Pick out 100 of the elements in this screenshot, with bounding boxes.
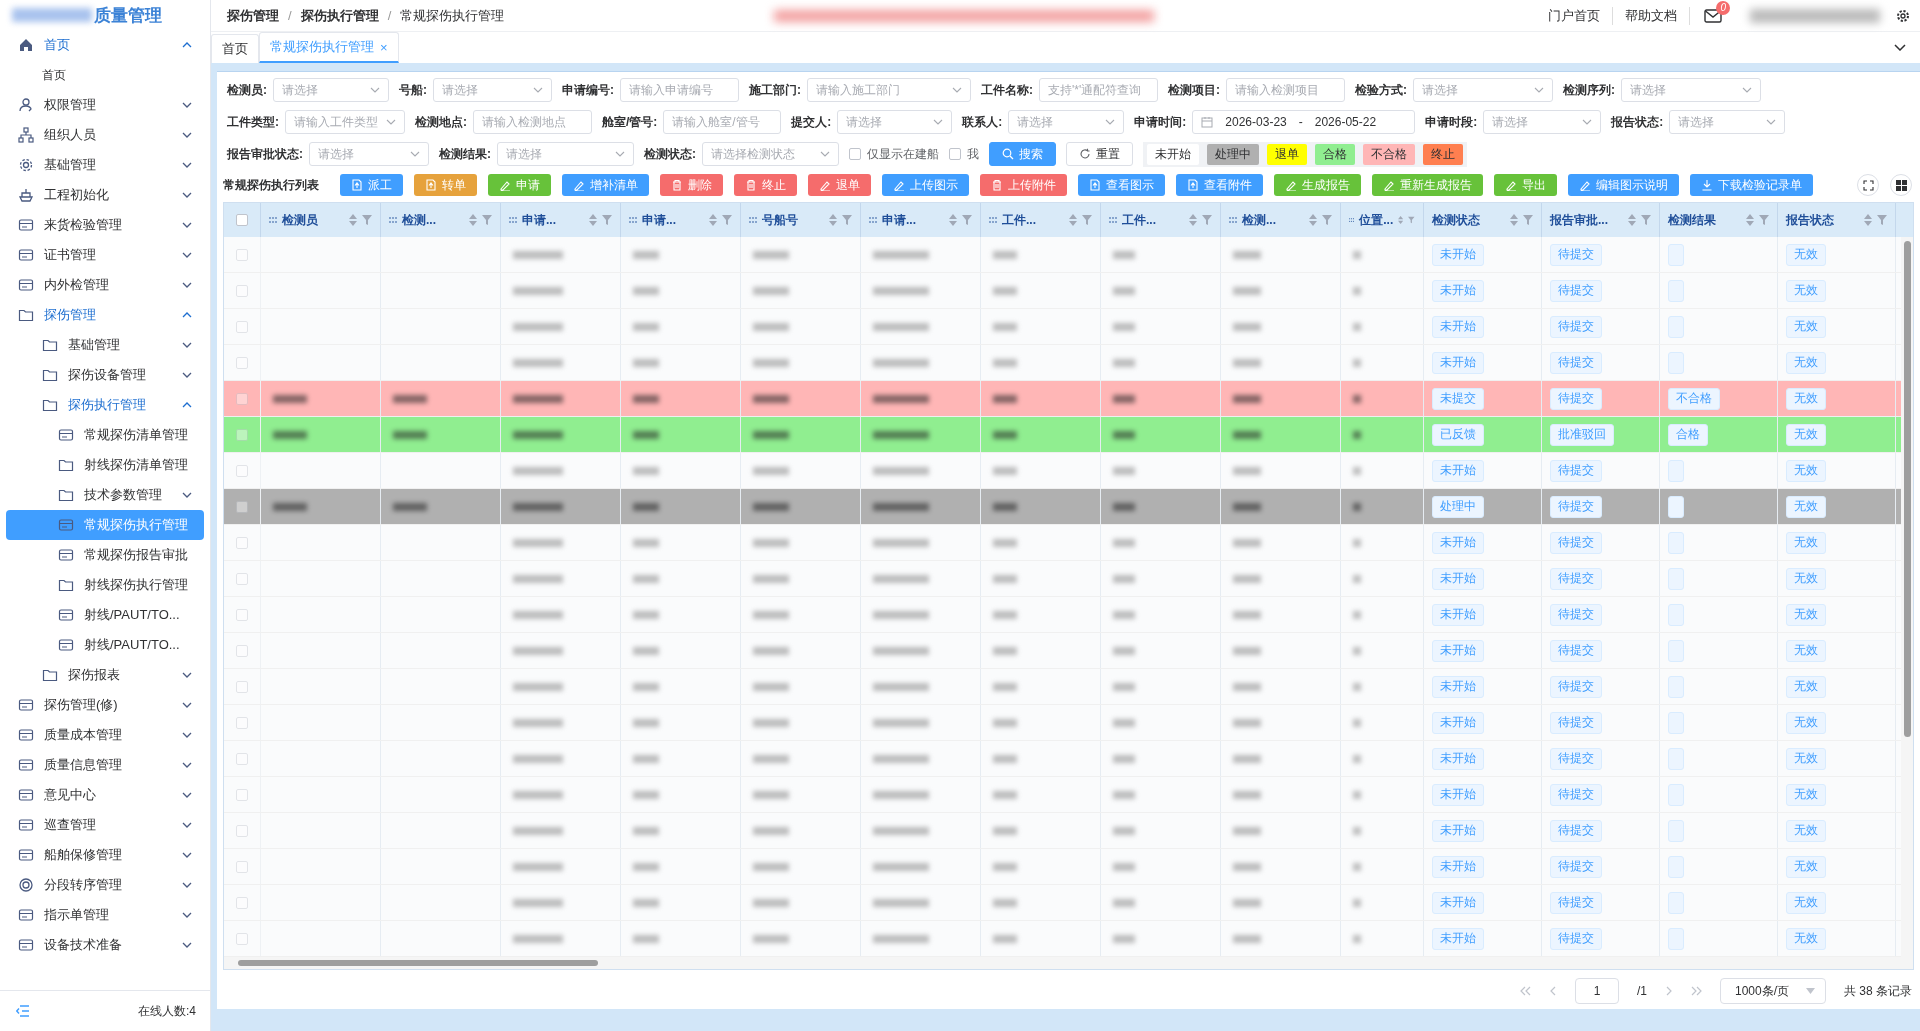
drag-handle-icon[interactable] — [749, 217, 757, 223]
select-field[interactable]: 请输入施工部门 — [807, 78, 971, 102]
row-checkbox[interactable] — [236, 572, 248, 585]
column-header[interactable]: 报告审批... — [1550, 211, 1623, 229]
select-field[interactable]: 请选择 — [433, 78, 552, 102]
row-checkbox[interactable] — [236, 248, 248, 261]
vertical-scrollbar[interactable] — [1901, 237, 1913, 957]
column-header[interactable]: 申请... — [882, 211, 944, 229]
row-checkbox[interactable] — [236, 716, 248, 729]
menu-item[interactable]: 船舶保修管理 — [0, 840, 210, 870]
menu-item[interactable]: 质量成本管理 — [0, 720, 210, 750]
table-row[interactable]: 未开始 待提交 无效 — [224, 453, 1901, 489]
row-checkbox[interactable] — [236, 644, 248, 657]
toolbar-button[interactable]: 查看附件 — [1176, 174, 1263, 196]
column-header[interactable]: 检测状态 — [1432, 211, 1505, 229]
drag-handle-icon[interactable] — [869, 217, 877, 223]
row-checkbox[interactable] — [236, 608, 248, 621]
select-field[interactable]: 请选择检测状态 — [702, 142, 839, 166]
input-field[interactable]: 请输入检测地点 — [473, 110, 592, 134]
filter-icon[interactable] — [722, 215, 732, 225]
checkbox[interactable]: 我 — [949, 145, 979, 163]
menu-item[interactable]: 射线/PAUT/TO... — [0, 600, 210, 630]
column-header[interactable]: 号船号 — [762, 211, 824, 229]
menu-item[interactable]: 分段转序管理 — [0, 870, 210, 900]
column-header[interactable]: 检测结果 — [1668, 211, 1741, 229]
next-page-icon[interactable] — [1665, 986, 1672, 996]
chevron-down-icon[interactable] — [182, 252, 192, 258]
column-header[interactable]: 检测... — [1242, 211, 1304, 229]
row-checkbox[interactable] — [236, 500, 248, 513]
drag-handle-icon[interactable] — [1349, 217, 1355, 223]
chevron-down-icon[interactable] — [182, 342, 192, 348]
sort-icon[interactable] — [1189, 214, 1197, 226]
menu-item[interactable]: 探伤设备管理 — [0, 360, 210, 390]
sort-icon[interactable] — [1628, 214, 1636, 226]
menu-item[interactable]: 首页 — [0, 60, 210, 90]
row-checkbox[interactable] — [236, 824, 248, 837]
drag-handle-icon[interactable] — [629, 217, 637, 223]
menu-item[interactable]: 组织人员 — [0, 120, 210, 150]
menu-item[interactable]: 内外检管理 — [0, 270, 210, 300]
chevron-down-icon[interactable] — [182, 492, 192, 498]
sort-icon[interactable] — [709, 214, 717, 226]
filter-icon[interactable] — [1322, 215, 1332, 225]
tab[interactable]: 首页 — [211, 34, 259, 63]
menu-item[interactable]: 工程初始化 — [0, 180, 210, 210]
breadcrumb-item[interactable]: 探伤管理 — [227, 6, 279, 25]
toolbar-button[interactable]: 查看图示 — [1078, 174, 1165, 196]
breadcrumb-item[interactable]: 探伤执行管理 — [300, 6, 379, 25]
checkbox[interactable]: 仅显示在建船 — [849, 145, 939, 163]
sort-icon[interactable] — [589, 214, 597, 226]
input-field[interactable]: 请输入检测项目 — [1226, 78, 1345, 102]
table-row[interactable]: 未开始 待提交 无效 — [224, 885, 1901, 921]
header-link[interactable]: 门户首页 — [1536, 6, 1613, 25]
chevron-down-icon[interactable] — [182, 792, 192, 798]
table-row[interactable]: 未开始 待提交 无效 — [224, 561, 1901, 597]
select-field[interactable]: 请选择 — [497, 142, 634, 166]
row-checkbox[interactable] — [236, 752, 248, 765]
column-header[interactable]: 报告状态 — [1786, 211, 1859, 229]
column-header[interactable]: 申请... — [642, 211, 704, 229]
chevron-down-icon[interactable] — [182, 882, 192, 888]
mail-icon[interactable] — [1704, 8, 1722, 23]
reset-button[interactable]: 重置 — [1066, 142, 1133, 166]
table-row[interactable]: 未开始 待提交 无效 — [224, 921, 1901, 957]
chevron-down-icon[interactable] — [182, 762, 192, 768]
chevron-down-icon[interactable] — [182, 102, 192, 108]
settings-icon[interactable] — [1896, 8, 1910, 23]
row-checkbox[interactable] — [236, 356, 248, 369]
chevron-down-icon[interactable] — [182, 222, 192, 228]
chevron-down-icon[interactable] — [182, 942, 192, 948]
toolbar-button[interactable]: 终止 — [734, 174, 797, 196]
filter-icon[interactable] — [1408, 215, 1415, 225]
table-row[interactable]: 未开始 待提交 无效 — [224, 669, 1901, 705]
filter-icon[interactable] — [1082, 215, 1092, 225]
tab[interactable]: 常规探伤执行管理 × — [259, 32, 399, 63]
sort-icon[interactable] — [1864, 214, 1872, 226]
table-row[interactable]: 未开始 待提交 无效 — [224, 309, 1901, 345]
menu-item[interactable]: 技术参数管理 — [0, 480, 210, 510]
chevron-down-icon[interactable] — [182, 732, 192, 738]
toolbar-button[interactable]: 导出 — [1494, 174, 1557, 196]
row-checkbox[interactable] — [236, 464, 248, 477]
table-row[interactable]: 未开始 待提交 无效 — [224, 813, 1901, 849]
menu-item[interactable]: 权限管理 — [0, 90, 210, 120]
collapse-menu-icon[interactable] — [16, 1005, 30, 1017]
highlighted-row[interactable]: 已反馈 批准驳回 合格 无效 — [224, 417, 1901, 453]
chevron-down-icon[interactable] — [182, 822, 192, 828]
table-row[interactable]: 未开始 待提交 无效 — [224, 741, 1901, 777]
menu-item[interactable]: 基础管理 — [0, 150, 210, 180]
table-row[interactable]: 未开始 待提交 无效 — [224, 273, 1901, 309]
chevron-down-icon[interactable] — [1894, 44, 1906, 51]
select-field[interactable]: 请选择 — [309, 142, 429, 166]
chevron-up-icon[interactable] — [182, 42, 192, 48]
table-row[interactable]: 未开始 待提交 无效 — [224, 633, 1901, 669]
chevron-down-icon[interactable] — [182, 912, 192, 918]
column-header[interactable]: 位置... — [1359, 211, 1394, 229]
input-field[interactable]: 请输入申请编号 — [620, 78, 739, 102]
chevron-down-icon[interactable] — [182, 372, 192, 378]
search-button[interactable]: 搜索 — [989, 142, 1056, 166]
table-row[interactable]: 未开始 待提交 无效 — [224, 345, 1901, 381]
menu-item[interactable]: 质量信息管理 — [0, 750, 210, 780]
table-row[interactable]: 未开始 待提交 无效 — [224, 525, 1901, 561]
chevron-down-icon[interactable] — [182, 672, 192, 678]
